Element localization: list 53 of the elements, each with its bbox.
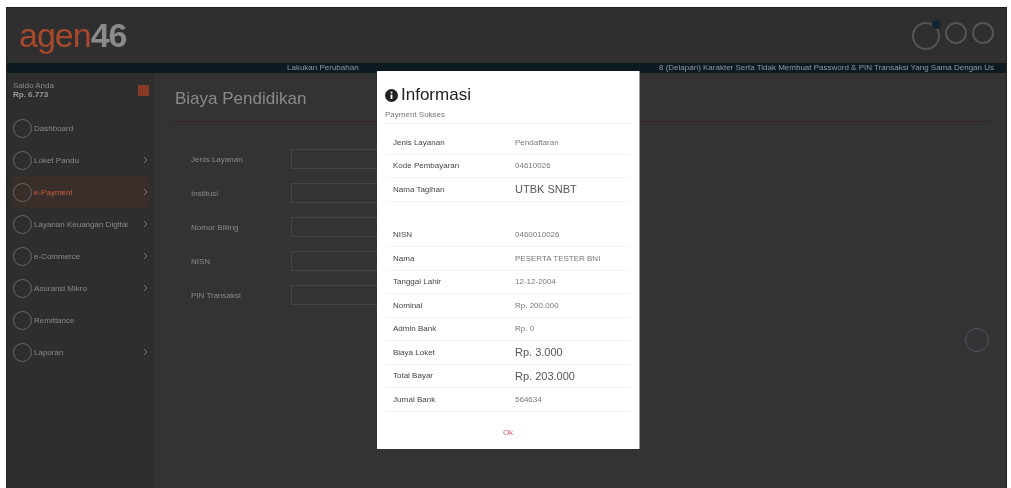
detail-label: Biaya Loket [392, 347, 436, 357]
chevron-icon [143, 348, 149, 356]
detail-value: Rp. 0 [515, 324, 535, 334]
detail-label: Nama Tagihan [392, 184, 446, 194]
page-title: Biaya Pendidikan [174, 89, 307, 109]
notification-badge [932, 19, 941, 29]
detail-label: Total Bayar [392, 371, 435, 381]
detail-value: 12-12-2004 [515, 277, 556, 287]
chevron-icon [143, 252, 149, 260]
detail-value: 0460010026 [515, 230, 560, 240]
detail-value: 04610026 [515, 161, 551, 171]
balance-label: Saldo Anda [13, 81, 54, 90]
menu-item[interactable]: Laporan [13, 336, 149, 368]
detail-value: PESERTA TESTER BNI [515, 253, 601, 263]
form-label: NISN [190, 256, 212, 266]
menu-item[interactable]: Remittance [13, 304, 149, 336]
detail-label: Nama [392, 253, 416, 263]
detail-value: Rp. 3.000 [515, 346, 563, 359]
menu-item[interactable]: Loket Pandu [13, 144, 149, 176]
form-label: Institusi [190, 188, 220, 198]
chevron-icon [143, 188, 149, 196]
form-label: Jenis Layanan [190, 154, 244, 164]
dialog-title: Informasi [401, 85, 471, 105]
detail-value: Rp. 203.000 [515, 369, 575, 382]
detail-value: Pendaftaran [515, 137, 559, 147]
dialog-subtitle: Payment Sukses [385, 110, 631, 124]
detail-value: 564634 [515, 394, 542, 404]
detail-label: Tanggal Lahir [392, 277, 443, 287]
detail-value: Rp. 200.000 [515, 300, 559, 310]
refresh-icon[interactable] [138, 84, 149, 96]
ticker-text: 8 (Delapan) Karakter Serta Tidak Membuat Password & PIN Transaksi Yang Sama Dengan Us [659, 63, 994, 73]
info-icon [385, 88, 398, 102]
menu-item[interactable]: e-Payment [13, 176, 149, 208]
menu-item[interactable]: Layanan Keuangan Digital [13, 208, 149, 240]
detail-label: NISN [392, 230, 414, 240]
detail-label: Kode Pembayaran [392, 161, 461, 171]
chevron-icon [143, 156, 149, 164]
form-label: Nomor Billing [190, 222, 240, 232]
chevron-icon [143, 220, 149, 228]
ticker-text: Lakukan Perubahan [287, 63, 359, 73]
balance-amount: Rp. 6.773 [13, 90, 50, 99]
detail-value: UTBK SNBT [515, 183, 577, 196]
detail-label: Nominal [392, 300, 424, 310]
menu-item[interactable]: e-Commerce [13, 240, 149, 272]
form-label: PIN Transaksi [190, 290, 242, 300]
detail-label: Jurnal Bank [392, 394, 437, 404]
detail-label: Admin Bank [392, 324, 438, 334]
menu-item[interactable]: Dashboard [13, 112, 149, 144]
menu-item[interactable]: Asuransi Mikro [13, 272, 149, 304]
ok-button[interactable]: Ok [498, 425, 518, 439]
detail-label: Jenis Layanan [392, 137, 446, 147]
logo[interactable]: agen46 [19, 16, 127, 55]
chevron-icon [143, 284, 149, 292]
